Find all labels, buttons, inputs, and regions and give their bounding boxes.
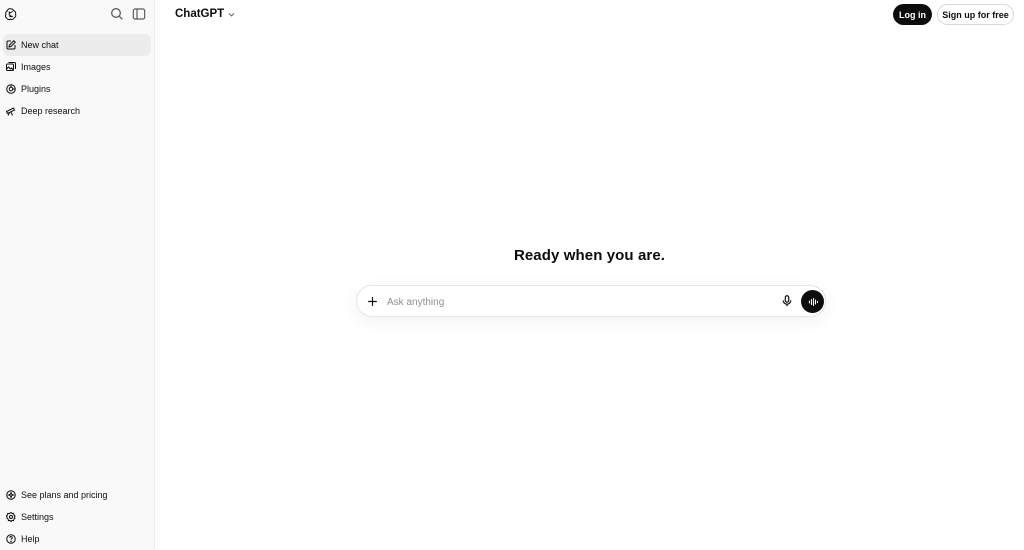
sidebar-item-label: Settings <box>21 512 54 522</box>
login-button[interactable]: Log in <box>893 4 932 25</box>
sidebar-item-label: See plans and pricing <box>21 490 108 500</box>
top-bar: ChatGPT Log in Sign up for free <box>155 0 1024 30</box>
app-window: New chat Images Plugins Deep research Se… <box>0 0 1024 550</box>
model-selector[interactable]: ChatGPT <box>175 8 236 20</box>
signup-button[interactable]: Sign up for free <box>937 4 1014 25</box>
sidebar-item-plans[interactable]: See plans and pricing <box>3 484 151 506</box>
sidebar-item-label: Help <box>21 534 40 544</box>
microphone-icon[interactable] <box>780 294 794 308</box>
sidebar-footer: See plans and pricing Settings Help <box>0 484 154 550</box>
sidebar-toggle-icon[interactable] <box>131 6 147 22</box>
model-label: ChatGPT <box>175 8 225 20</box>
sidebar-nav: New chat Images Plugins Deep research <box>0 34 154 122</box>
page-heading: Ready when you are. <box>513 247 666 264</box>
plugins-icon <box>6 84 16 94</box>
sidebar-item-plugins[interactable]: Plugins <box>3 78 151 100</box>
voice-mode-button[interactable] <box>801 290 824 313</box>
images-icon <box>6 62 16 71</box>
sidebar-item-images[interactable]: Images <box>3 56 151 78</box>
sidebar-header <box>0 0 154 30</box>
sidebar-item-label: Deep research <box>21 106 81 116</box>
sidebar-item-settings[interactable]: Settings <box>3 506 151 528</box>
prompt-input[interactable] <box>387 293 767 311</box>
plus-icon[interactable] <box>366 295 379 308</box>
sidebar: New chat Images Plugins Deep research Se… <box>0 0 155 550</box>
main-area: ChatGPT Log in Sign up for free Ready wh… <box>155 0 1024 550</box>
sidebar-item-label: Images <box>21 62 51 72</box>
telescope-icon <box>5 107 16 116</box>
sidebar-item-new-chat[interactable]: New chat <box>3 34 151 56</box>
sidebar-item-label: Plugins <box>21 84 51 94</box>
openai-logo-icon[interactable] <box>4 7 18 21</box>
sidebar-item-label: New chat <box>21 40 59 50</box>
sidebar-item-help[interactable]: Help <box>3 528 151 550</box>
sidebar-item-deep-research[interactable]: Deep research <box>3 100 151 122</box>
search-icon[interactable] <box>109 6 125 22</box>
waveform-icon <box>808 297 818 306</box>
gear-icon <box>5 511 16 523</box>
chevron-down-icon <box>228 12 235 17</box>
edit-icon <box>6 40 16 50</box>
sparkle-badge-icon <box>6 490 16 500</box>
help-icon <box>6 534 16 544</box>
prompt-composer <box>356 285 826 317</box>
